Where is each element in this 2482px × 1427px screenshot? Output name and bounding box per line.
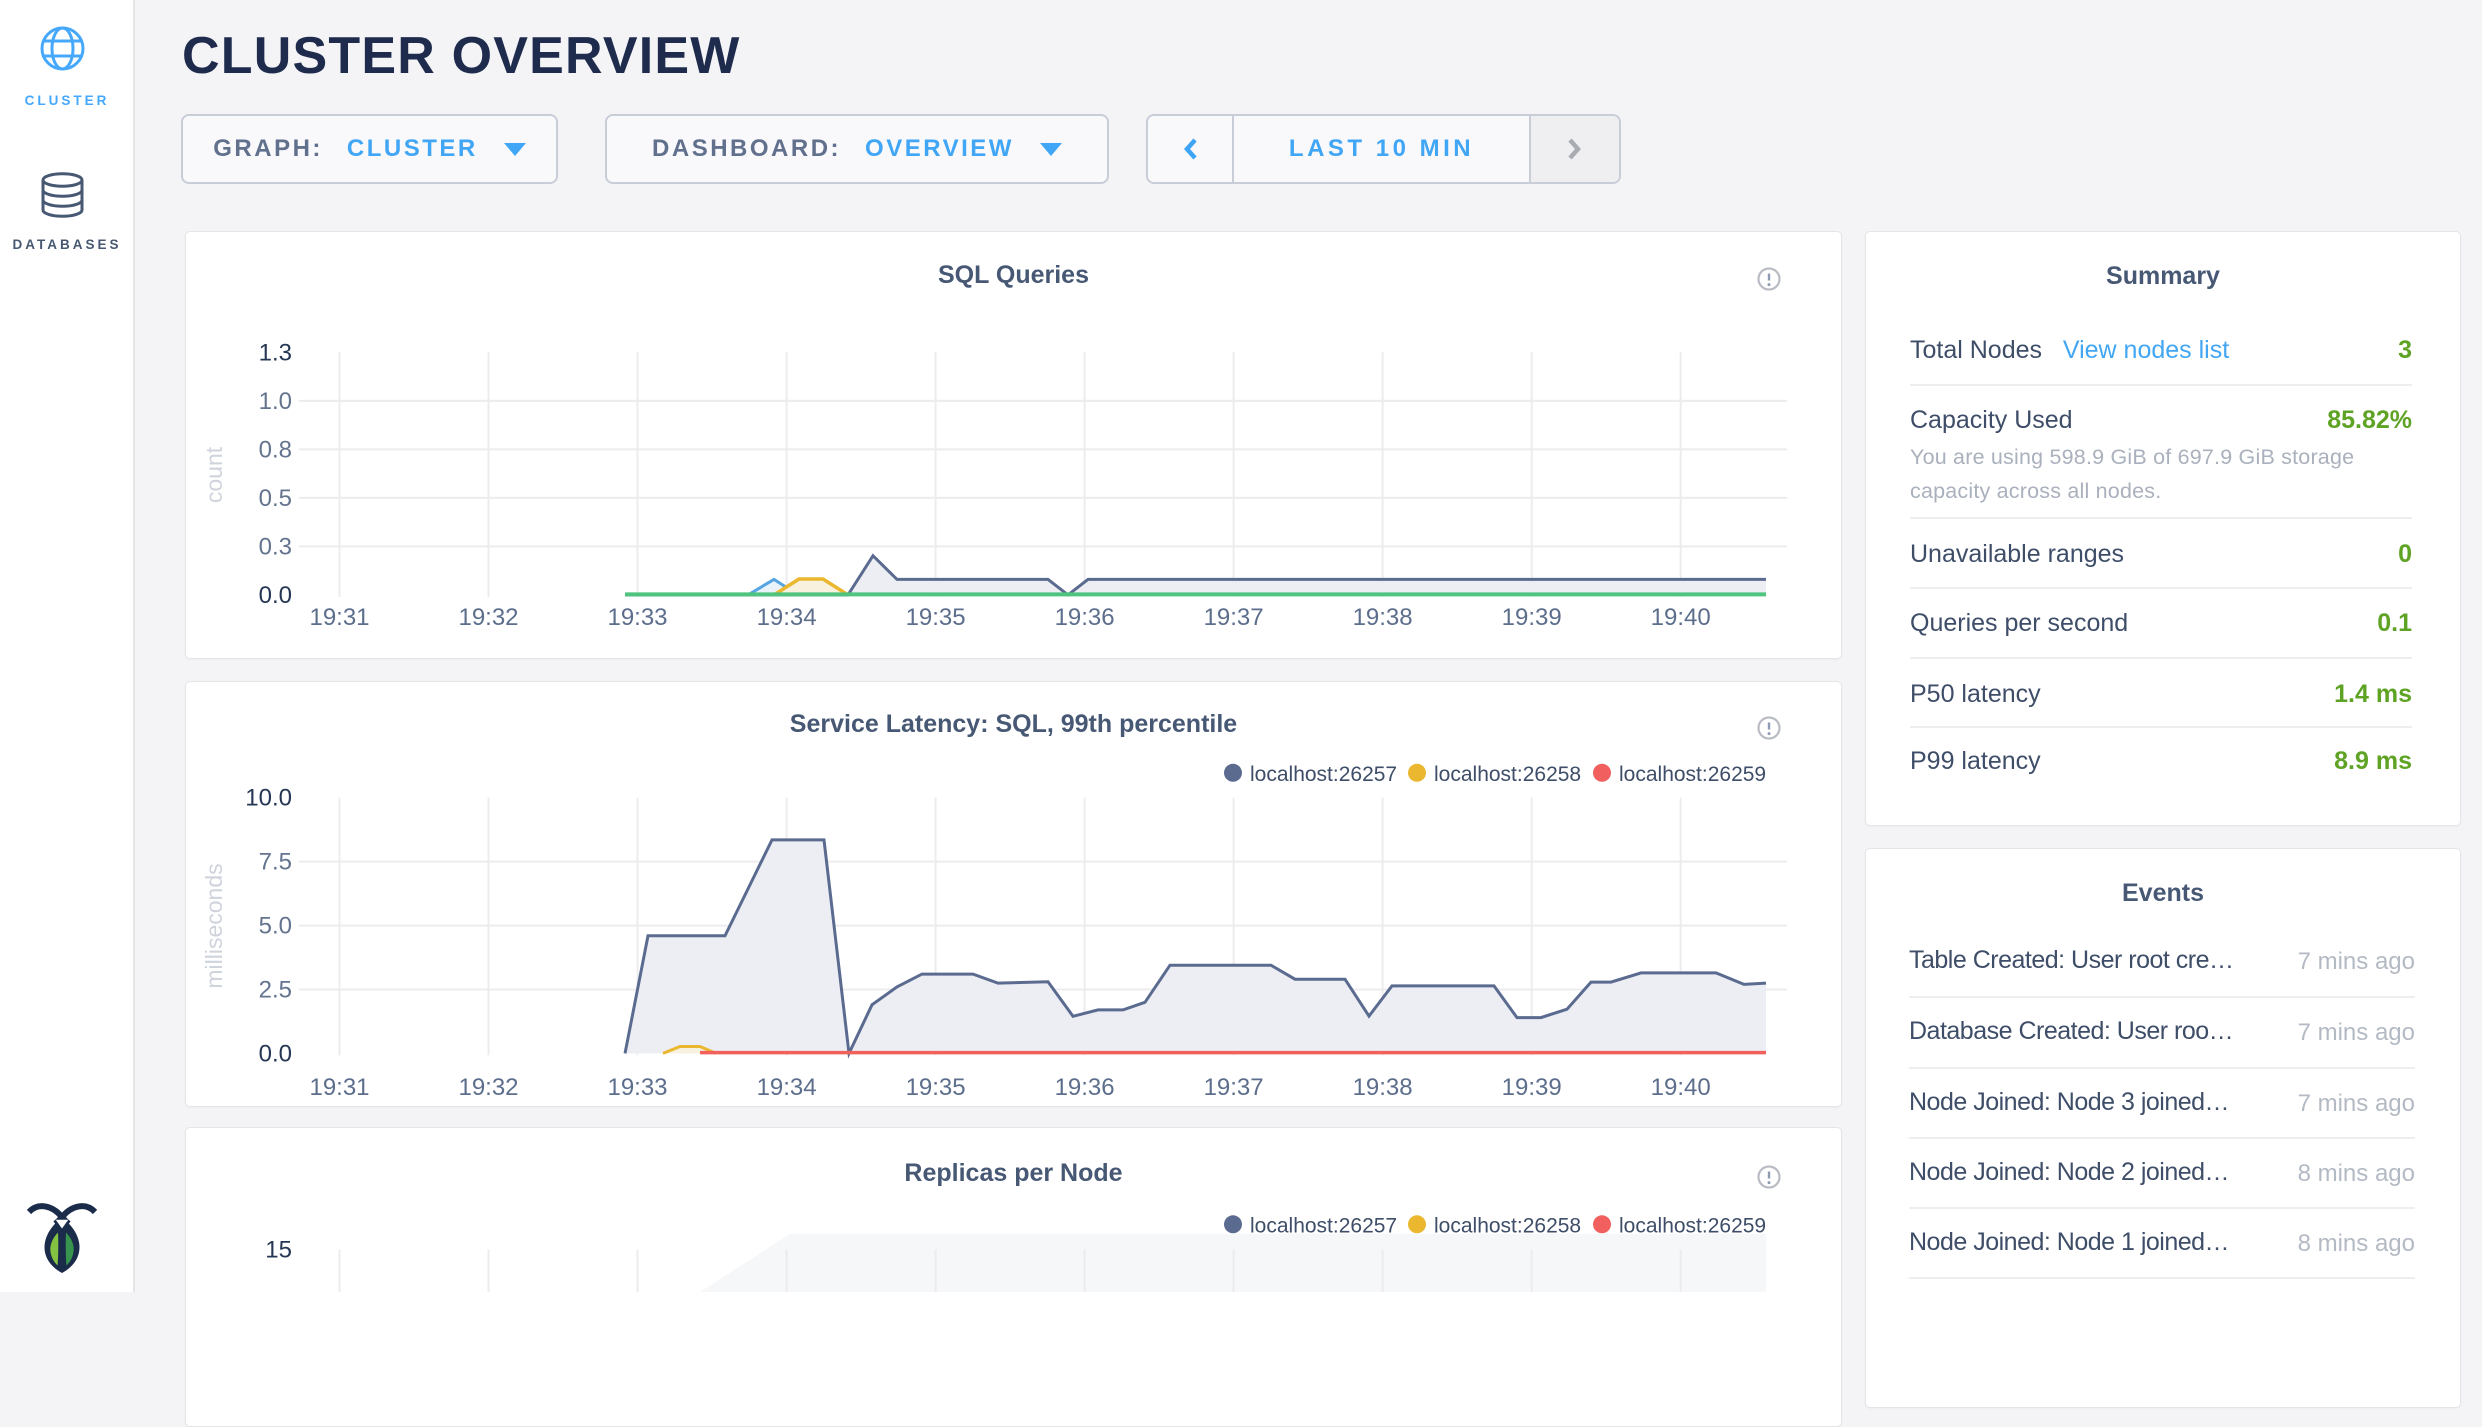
svg-text:localhost:26257: localhost:26257	[1250, 763, 1397, 786]
svg-text:5.0: 5.0	[259, 913, 292, 940]
svg-text:10.0: 10.0	[245, 785, 292, 812]
svg-text:0.0: 0.0	[259, 582, 292, 609]
svg-text:milliseconds: milliseconds	[201, 863, 227, 988]
svg-text:0.5: 0.5	[259, 485, 292, 512]
svg-text:7.5: 7.5	[259, 849, 292, 876]
svg-text:19:31: 19:31	[309, 1074, 369, 1101]
svg-text:localhost:26259: localhost:26259	[1619, 1214, 1766, 1237]
svg-text:19:40: 19:40	[1651, 1074, 1711, 1101]
svg-text:2.5: 2.5	[259, 977, 292, 1004]
svg-text:19:38: 19:38	[1353, 1074, 1413, 1101]
svg-text:localhost:26257: localhost:26257	[1250, 1214, 1397, 1237]
svg-text:19:39: 19:39	[1502, 604, 1562, 631]
svg-text:1.0: 1.0	[259, 388, 292, 415]
svg-text:0.8: 0.8	[259, 436, 292, 463]
svg-text:count: count	[201, 446, 227, 503]
svg-text:19:37: 19:37	[1204, 604, 1264, 631]
svg-text:0.3: 0.3	[259, 533, 292, 560]
svg-text:localhost:26259: localhost:26259	[1619, 763, 1766, 786]
svg-text:localhost:26258: localhost:26258	[1434, 1214, 1581, 1237]
svg-text:19:35: 19:35	[906, 1074, 966, 1101]
svg-text:19:34: 19:34	[757, 1074, 817, 1101]
svg-text:localhost:26258: localhost:26258	[1434, 763, 1581, 786]
svg-text:19:36: 19:36	[1055, 1074, 1115, 1101]
svg-text:19:36: 19:36	[1055, 604, 1115, 631]
svg-text:19:32: 19:32	[458, 1074, 518, 1101]
svg-text:19:32: 19:32	[458, 604, 518, 631]
svg-text:15: 15	[265, 1237, 292, 1264]
svg-text:19:39: 19:39	[1502, 1074, 1562, 1101]
svg-text:19:34: 19:34	[757, 604, 817, 631]
svg-text:19:33: 19:33	[607, 1074, 667, 1101]
svg-text:19:31: 19:31	[309, 604, 369, 631]
svg-text:19:35: 19:35	[906, 604, 966, 631]
svg-text:1.3: 1.3	[259, 339, 292, 366]
svg-text:19:37: 19:37	[1204, 1074, 1264, 1101]
svg-text:0.0: 0.0	[259, 1040, 292, 1067]
svg-text:19:40: 19:40	[1651, 604, 1711, 631]
svg-text:19:38: 19:38	[1353, 604, 1413, 631]
svg-text:19:33: 19:33	[607, 604, 667, 631]
